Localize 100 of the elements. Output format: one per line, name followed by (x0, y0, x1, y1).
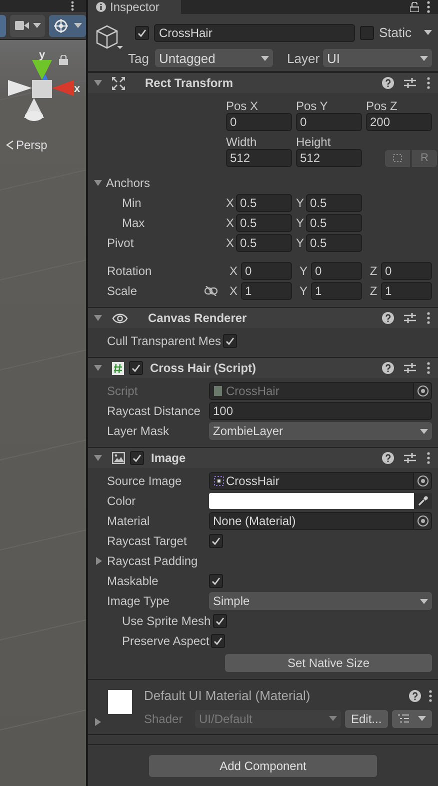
help-icon[interactable] (382, 452, 394, 464)
foldout-arrow-icon[interactable] (94, 314, 102, 322)
field-label: Min (122, 195, 142, 212)
eyedropper-icon (418, 496, 428, 506)
sliders-icon[interactable] (404, 452, 416, 464)
tag-dropdown[interactable]: Untagged (155, 49, 273, 68)
add-component-button[interactable]: Add Component (149, 755, 377, 777)
field-label: Maskable (107, 573, 158, 590)
static-dropdown-button[interactable] (424, 30, 432, 36)
checkbox[interactable] (129, 361, 143, 375)
edit-button[interactable]: Edit... (345, 710, 388, 728)
number-field[interactable]: 0 (241, 262, 292, 280)
more-menu-icon[interactable] (427, 312, 430, 324)
number-field[interactable]: 0.5 (306, 214, 362, 232)
sliders-icon[interactable] (404, 312, 416, 324)
name-field[interactable]: CrossHair (154, 24, 355, 42)
checkbox[interactable] (135, 26, 149, 40)
object-picker-icon[interactable] (416, 515, 428, 527)
list-icon (398, 714, 409, 723)
dotted-square-icon (393, 154, 402, 162)
number-field[interactable]: 0 (296, 113, 362, 131)
checkbox[interactable] (209, 574, 223, 588)
checkbox[interactable] (209, 534, 223, 548)
caret-icon (418, 716, 426, 721)
more-menu-icon[interactable] (427, 452, 430, 464)
field-label: Pos Z (366, 99, 398, 113)
field-label: Material (107, 513, 150, 530)
camera-dropdown-button[interactable] (10, 14, 46, 36)
number-field[interactable]: 1 (241, 282, 292, 300)
chevron-left-icon[interactable] (6, 140, 14, 150)
number-field[interactable]: 0.5 (306, 234, 362, 252)
more-menu-icon[interactable] (429, 690, 432, 702)
axis-label: Y (298, 283, 308, 300)
sliders-icon[interactable] (404, 77, 416, 89)
component-header[interactable]: Cross Hair (Script) (88, 357, 438, 378)
number-field[interactable]: 0.5 (236, 194, 292, 212)
list-dropdown-button[interactable] (392, 710, 432, 728)
number-field[interactable]: 512 (226, 149, 292, 167)
axis-gizmo-drawing[interactable]: y x (0, 48, 80, 128)
cube-icon[interactable] (94, 24, 124, 52)
axis-label: X (228, 263, 238, 280)
checkbox[interactable] (223, 334, 238, 348)
foldout-arrow-icon[interactable] (94, 79, 102, 87)
component-header[interactable]: Rect Transform (88, 72, 438, 93)
foldout-arrow-icon[interactable] (94, 718, 102, 726)
foldout-arrow-icon[interactable] (94, 364, 102, 372)
help-icon[interactable] (382, 77, 394, 89)
help-icon[interactable] (409, 690, 421, 702)
foldout-arrow-icon[interactable] (94, 454, 102, 462)
component-header[interactable]: Image (88, 447, 438, 468)
unlinked-icon[interactable] (204, 286, 218, 296)
number-field[interactable]: 0 (381, 262, 432, 280)
foldout-label[interactable]: Anchors (106, 174, 150, 192)
sliders-icon[interactable] (404, 362, 416, 374)
object-field[interactable]: None (Material) (209, 512, 432, 530)
object-field[interactable]: CrossHair (209, 472, 432, 490)
number-field[interactable]: 0.5 (236, 214, 292, 232)
number-field[interactable]: 0 (311, 262, 362, 280)
color-swatch[interactable] (209, 493, 414, 509)
camera-icon (14, 21, 29, 30)
gizmos-dropdown-button[interactable] (49, 14, 86, 36)
number-field[interactable]: 0 (226, 113, 292, 131)
number-field[interactable]: 0.5 (306, 194, 362, 212)
set-native-size-button[interactable]: Set Native Size (225, 654, 432, 672)
checkbox[interactable] (130, 451, 144, 465)
more-menu-icon[interactable] (427, 1, 430, 13)
foldout-arrow-icon[interactable] (94, 179, 102, 187)
foldout-arrow-icon[interactable] (95, 557, 103, 565)
help-icon[interactable] (382, 362, 394, 374)
hash-file-icon (112, 362, 124, 374)
number-field[interactable]: 1 (381, 282, 432, 300)
blueprint-mode-button[interactable] (385, 150, 410, 166)
axis-label: Z (368, 263, 378, 280)
number-field[interactable]: 200 (366, 113, 432, 131)
lock-icon[interactable] (59, 55, 68, 65)
checkbox[interactable] (212, 614, 227, 628)
text-field[interactable]: 100 (209, 402, 432, 420)
number-field[interactable]: 0.5 (236, 234, 292, 252)
checkbox[interactable] (211, 634, 226, 648)
caret-icon (32, 23, 41, 28)
number-field[interactable]: 1 (311, 282, 362, 300)
axis-label: Z (368, 283, 378, 300)
foldout-label[interactable]: Raycast Padding (107, 552, 198, 570)
number-field[interactable]: 512 (296, 149, 362, 167)
projection-label[interactable]: Persp (16, 136, 48, 154)
more-menu-icon[interactable] (427, 77, 430, 89)
more-menu-icon[interactable] (427, 362, 430, 374)
eyedropper-button[interactable] (414, 493, 432, 509)
help-icon[interactable] (382, 312, 394, 324)
object-picker-icon[interactable] (416, 475, 428, 487)
dropdown[interactable]: ZombieLayer (209, 422, 432, 440)
move-arrows-icon (112, 76, 125, 90)
more-menu-icon[interactable] (71, 1, 74, 11)
caret-icon (74, 23, 82, 28)
inspector-tab[interactable]: Inspector (88, 0, 181, 14)
layer-dropdown[interactable]: UI (323, 49, 432, 68)
dropdown[interactable]: Simple (209, 592, 432, 610)
component-header[interactable]: Canvas Renderer (88, 307, 438, 328)
lock-icon[interactable] (410, 2, 419, 12)
checkbox[interactable] (360, 26, 374, 40)
